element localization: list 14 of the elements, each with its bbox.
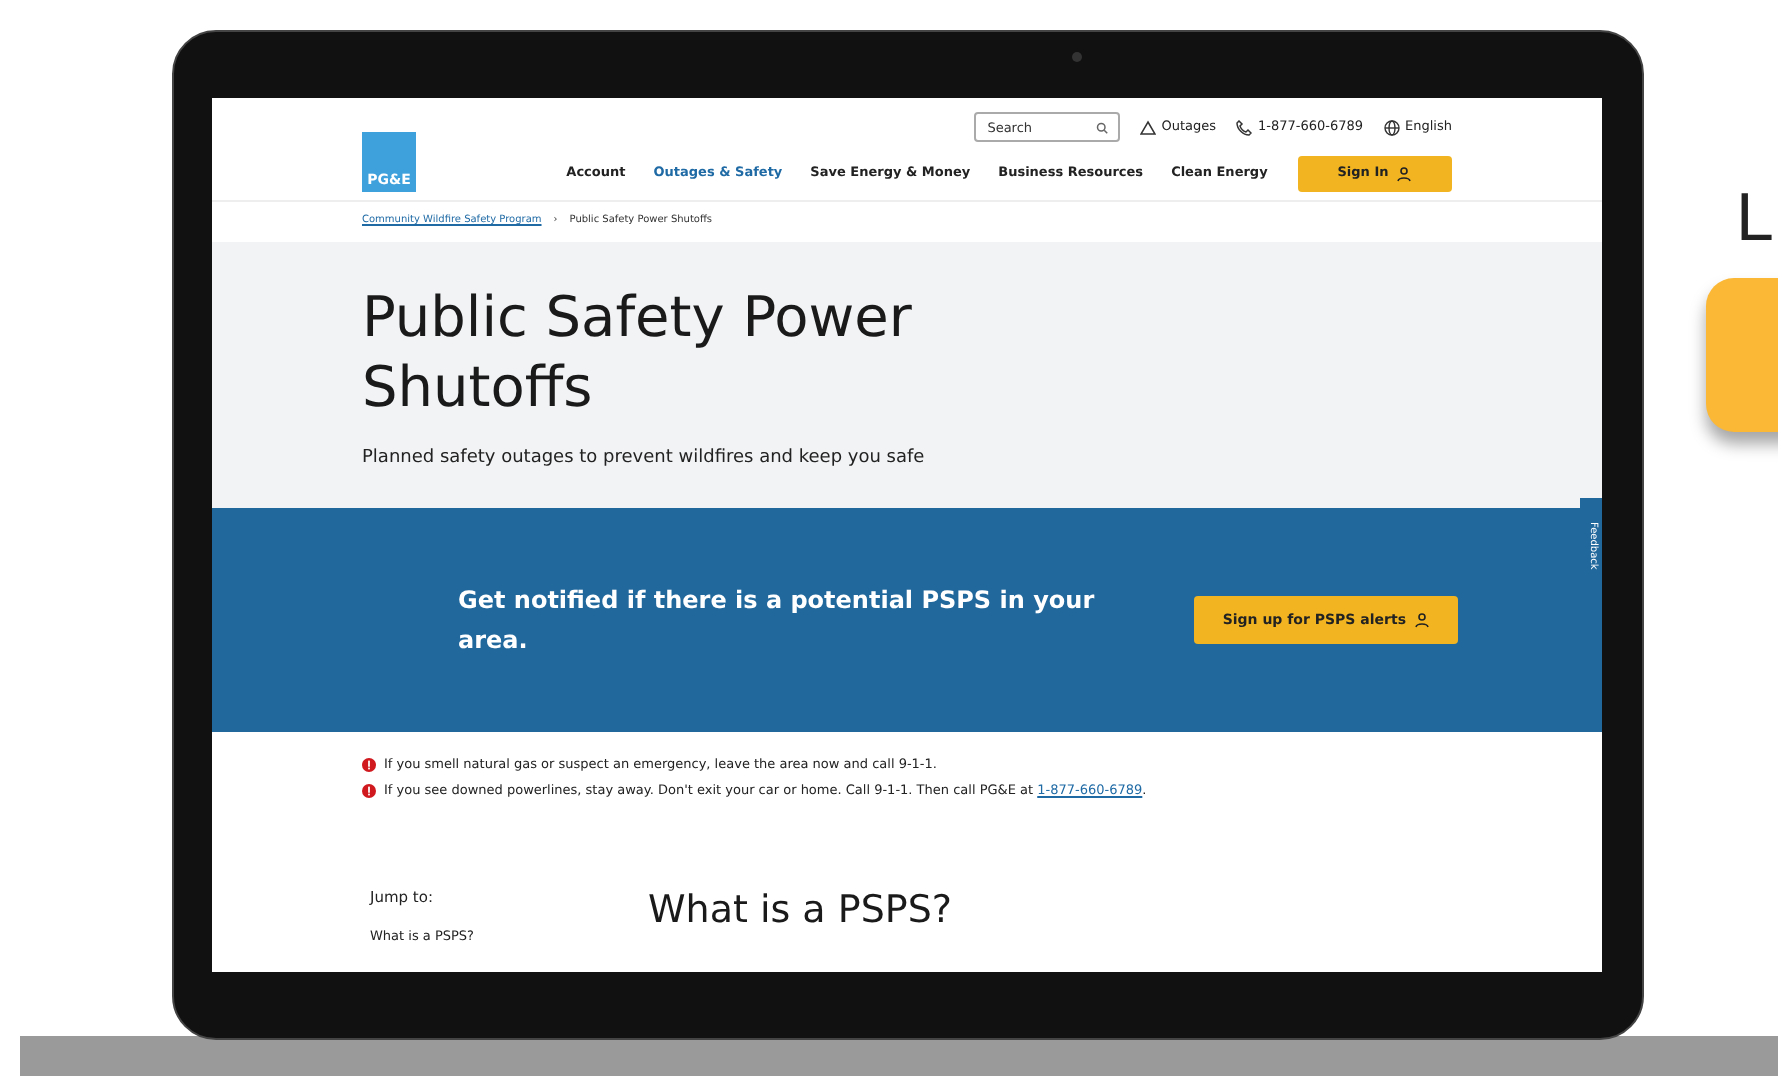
alert-icon bbox=[362, 784, 376, 799]
phone-icon bbox=[1235, 119, 1252, 135]
section-title: What is a PSPS? bbox=[648, 891, 952, 935]
banner-text: Get notified if there is a potential PSPS in your area. bbox=[458, 584, 1097, 658]
person-icon bbox=[1414, 612, 1430, 628]
globe-icon bbox=[1383, 119, 1400, 135]
page-title: Public Safety Power Shutoffs bbox=[362, 282, 914, 422]
camera-icon bbox=[1072, 52, 1082, 62]
backdrop-letter: L bbox=[1736, 184, 1774, 252]
warning-icon bbox=[1139, 119, 1156, 135]
person-icon bbox=[1396, 166, 1413, 182]
page-subtitle: Planned safety outages to prevent wildfires and keep you safe bbox=[362, 446, 927, 472]
alert-icon bbox=[362, 758, 376, 773]
search-icon bbox=[1095, 121, 1108, 133]
